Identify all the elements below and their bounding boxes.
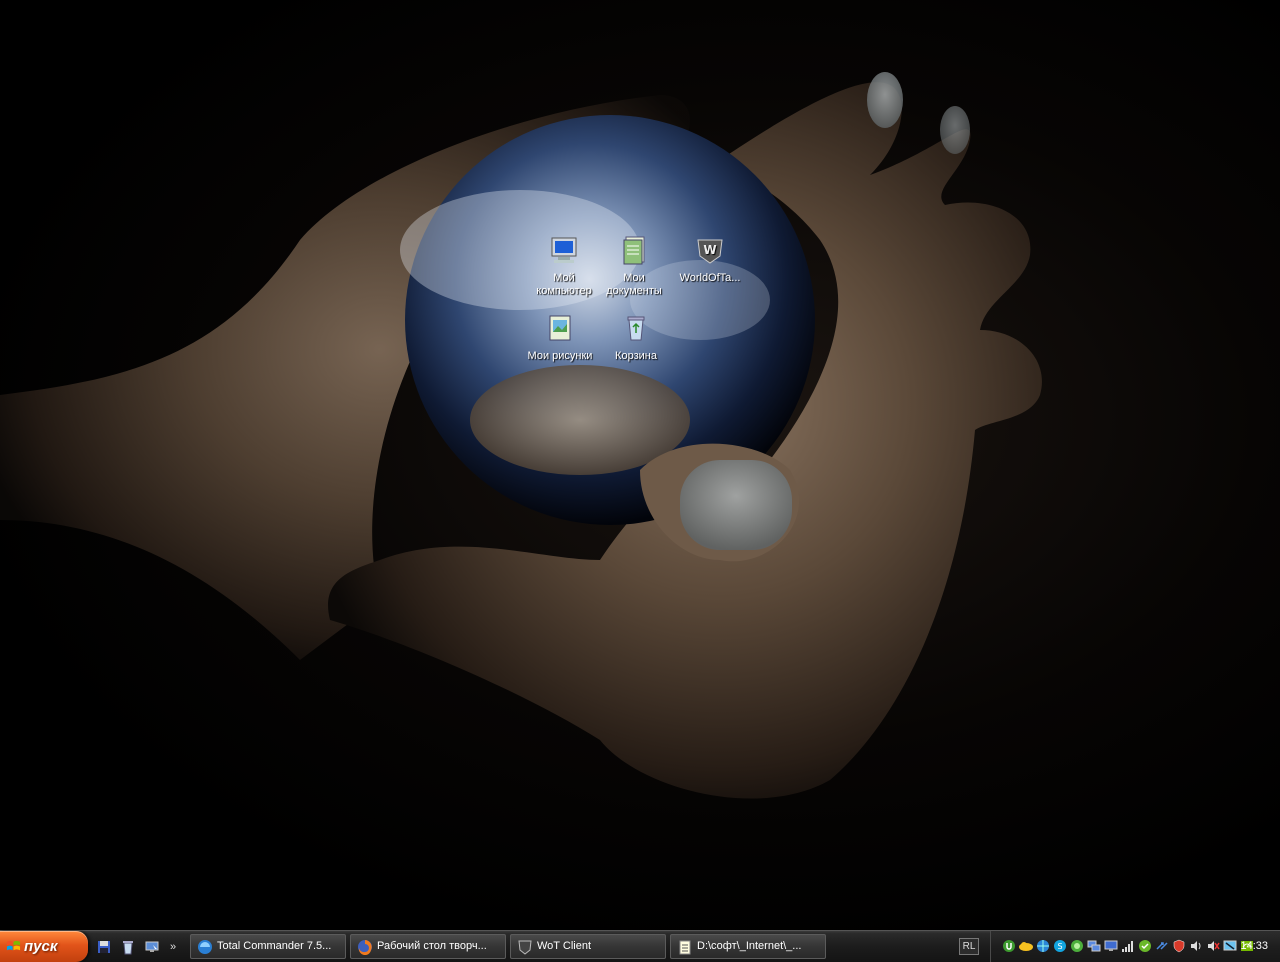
desktop: Мой компьютер Мои документы W WorldOfTa.…	[0, 0, 1280, 930]
green-chat-icon[interactable]	[1069, 938, 1085, 954]
total-commander-icon	[198, 940, 212, 954]
recycle-bin-icon	[627, 316, 645, 341]
skype-icon[interactable]: S	[1052, 938, 1068, 954]
display-settings-icon[interactable]	[1222, 938, 1238, 954]
arrows-icon[interactable]	[1154, 938, 1170, 954]
network-globe-icon[interactable]	[1035, 938, 1051, 954]
my-pictures-icon	[549, 315, 571, 341]
task-wot-client[interactable]: WoT Client	[510, 934, 666, 959]
ql-recycle-icon[interactable]	[118, 937, 138, 957]
ql-desktop-icon[interactable]	[142, 937, 162, 957]
clock[interactable]: 14:33	[1240, 931, 1268, 962]
volume-icon[interactable]	[1188, 938, 1204, 954]
svg-text:S: S	[1057, 942, 1062, 951]
shield-icon[interactable]	[1171, 938, 1187, 954]
system-tray: S 14:33	[990, 931, 1280, 962]
quicklaunch-more-button[interactable]: »	[166, 941, 180, 953]
start-button[interactable]: пуск	[0, 931, 88, 962]
desktop-icon-my-documents[interactable]: Мои документы	[594, 234, 674, 298]
signal-bars-icon[interactable]	[1120, 938, 1136, 954]
windows-logo-icon	[6, 940, 21, 951]
monitor-icon[interactable]	[1103, 938, 1119, 954]
desktop-icon-recycle-bin[interactable]: Корзина	[596, 312, 676, 363]
wallpaper-hands-globe	[0, 72, 1042, 799]
network-connection-icon[interactable]	[1086, 938, 1102, 954]
my-documents-icon	[623, 236, 645, 265]
task-notepad-path[interactable]: D:\софт\_Internet\_...	[670, 934, 826, 959]
task-total-commander[interactable]: Total Commander 7.5...	[190, 934, 346, 959]
world-of-tanks-icon: W	[697, 239, 723, 264]
desktop-icon-my-pictures[interactable]: Мои рисунки	[520, 312, 600, 363]
svg-text:W: W	[703, 243, 716, 257]
firefox-icon	[358, 940, 372, 955]
muted-speaker-icon[interactable]	[1205, 938, 1221, 954]
taskbar: пуск » Total Commander 7.5... Рабочий ст…	[0, 930, 1280, 962]
utorrent-icon[interactable]	[1001, 938, 1017, 954]
notepad-icon	[679, 940, 691, 955]
start-label: пуск	[24, 938, 58, 955]
language-indicator[interactable]: RL	[959, 938, 979, 955]
cloud-icon[interactable]	[1018, 938, 1034, 954]
ql-save-icon[interactable]	[94, 937, 114, 957]
wot-client-icon	[518, 940, 532, 955]
desktop-icon-world-of-tanks[interactable]: W WorldOfTa...	[670, 234, 750, 285]
quick-launch: »	[94, 935, 180, 959]
my-computer-icon	[551, 237, 577, 263]
task-firefox-desktop[interactable]: Рабочий стол творч...	[350, 934, 506, 959]
security-check-icon[interactable]	[1137, 938, 1153, 954]
desktop-icon-my-computer[interactable]: Мой компьютер	[524, 234, 604, 298]
